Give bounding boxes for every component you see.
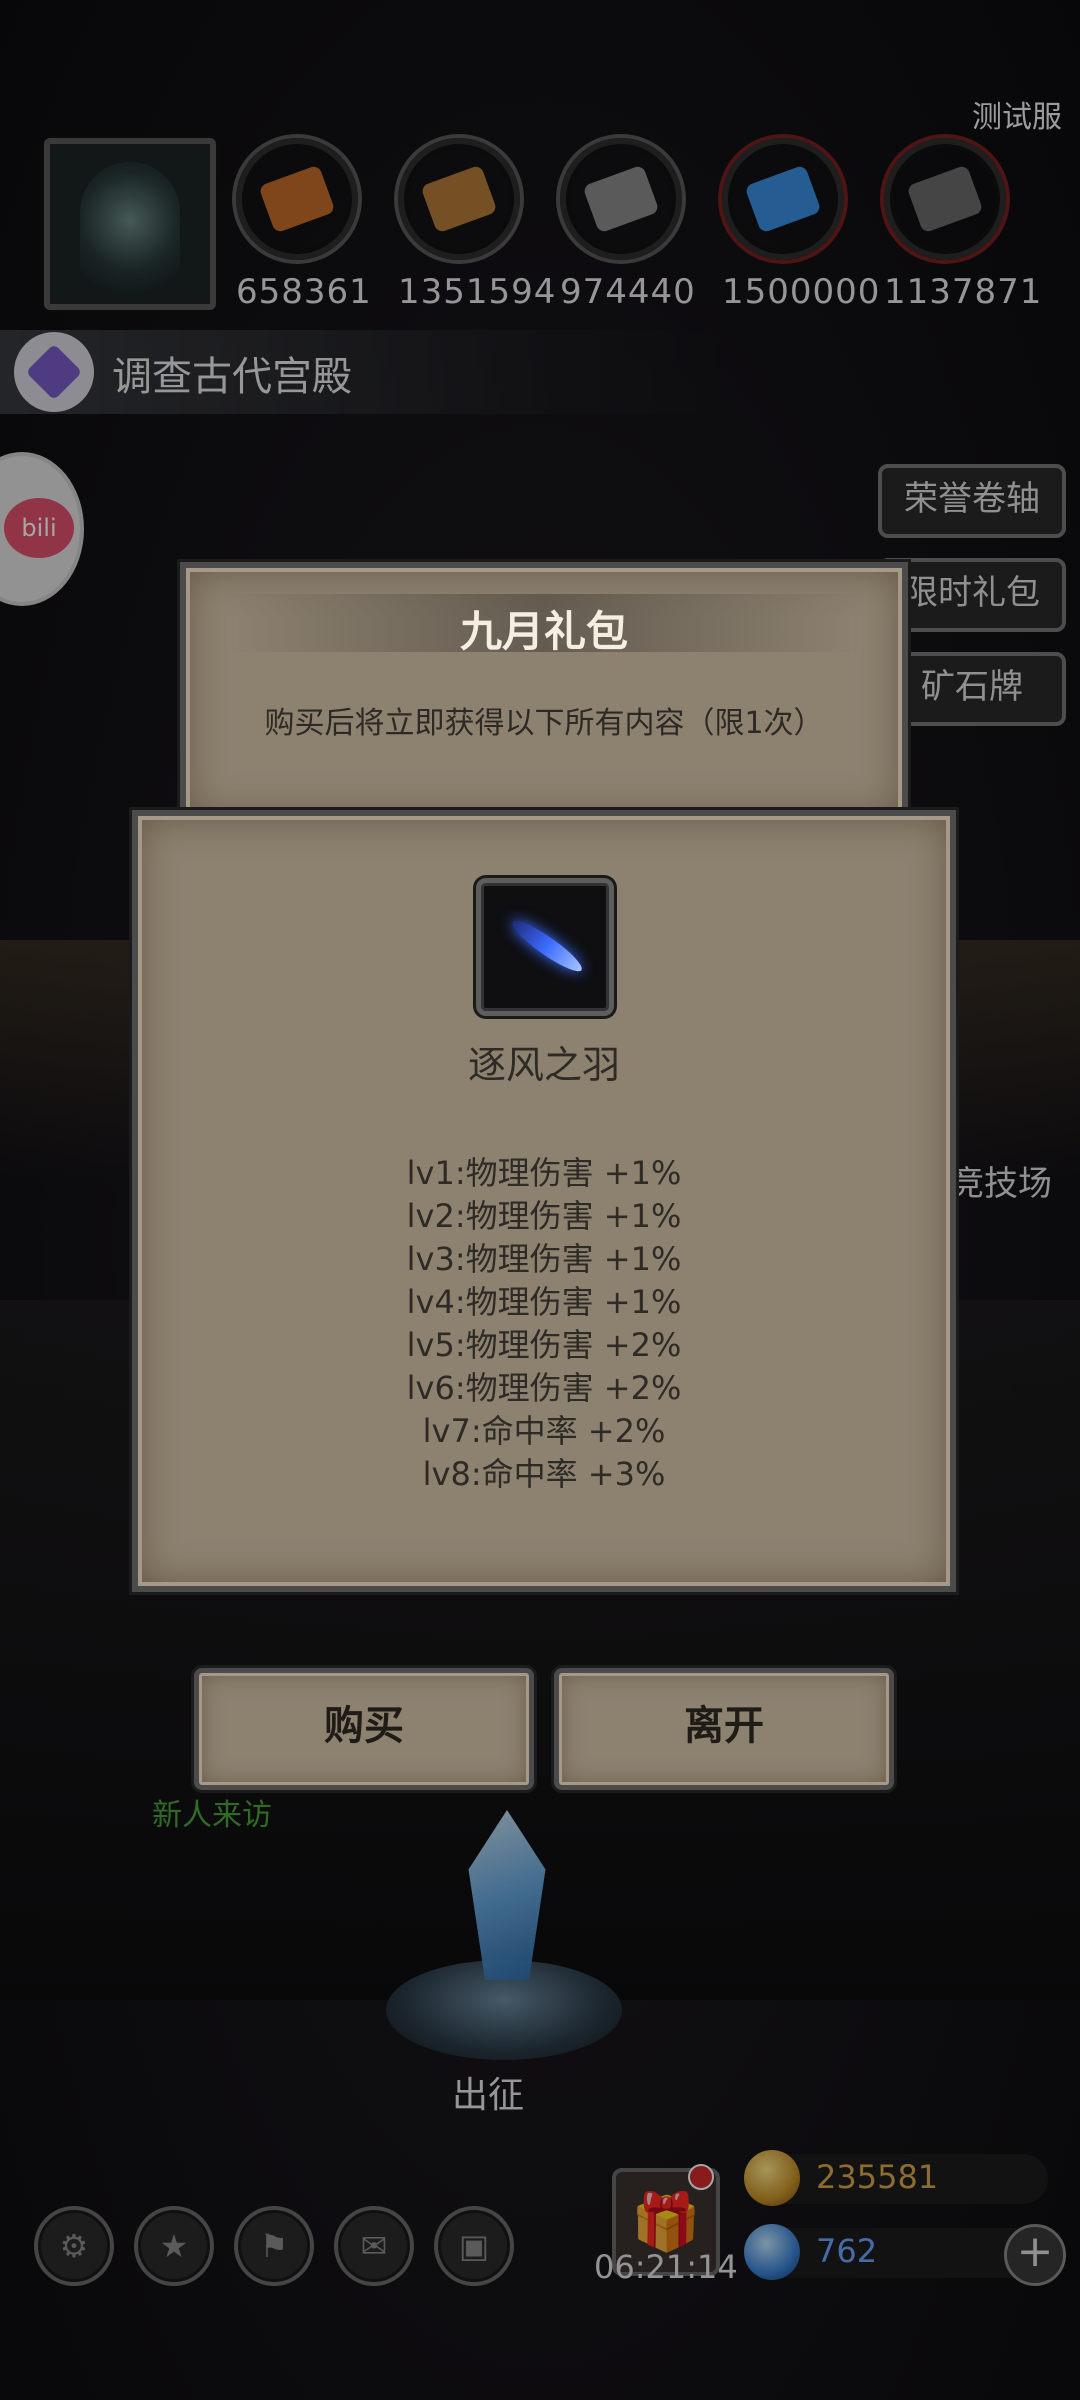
effect-line: lv2:物理伤害 +1%: [406, 1197, 682, 1235]
effect-line: lv6:物理伤害 +2%: [406, 1369, 682, 1407]
gift-pack-subtitle: 购买后将立即获得以下所有内容（限1次）: [264, 706, 824, 741]
buy-button[interactable]: 购买: [194, 1668, 534, 1790]
leave-button[interactable]: 离开: [554, 1668, 894, 1790]
item-effects-list: lv1:物理伤害 +1% lv2:物理伤害 +1% lv3:物理伤害 +1% l…: [138, 1152, 950, 1496]
feather-icon: [507, 914, 587, 978]
effect-line: lv8:命中率 +3%: [422, 1455, 666, 1493]
effect-line: lv1:物理伤害 +1%: [406, 1154, 682, 1192]
gift-pack-title: 九月礼包: [459, 607, 628, 656]
effect-line: lv7:命中率 +2%: [422, 1412, 666, 1450]
effect-line: lv4:物理伤害 +1%: [406, 1283, 682, 1321]
item-name: 逐风之羽: [467, 1043, 620, 1087]
item-frame: [476, 878, 614, 1016]
gift-pack-panel: 九月礼包 购买后将立即获得以下所有内容（限1次）: [180, 562, 908, 824]
effect-line: lv5:物理伤害 +2%: [406, 1326, 682, 1364]
effect-line: lv3:物理伤害 +1%: [406, 1240, 682, 1278]
item-detail-panel: 逐风之羽 lv1:物理伤害 +1% lv2:物理伤害 +1% lv3:物理伤害 …: [132, 810, 956, 1592]
